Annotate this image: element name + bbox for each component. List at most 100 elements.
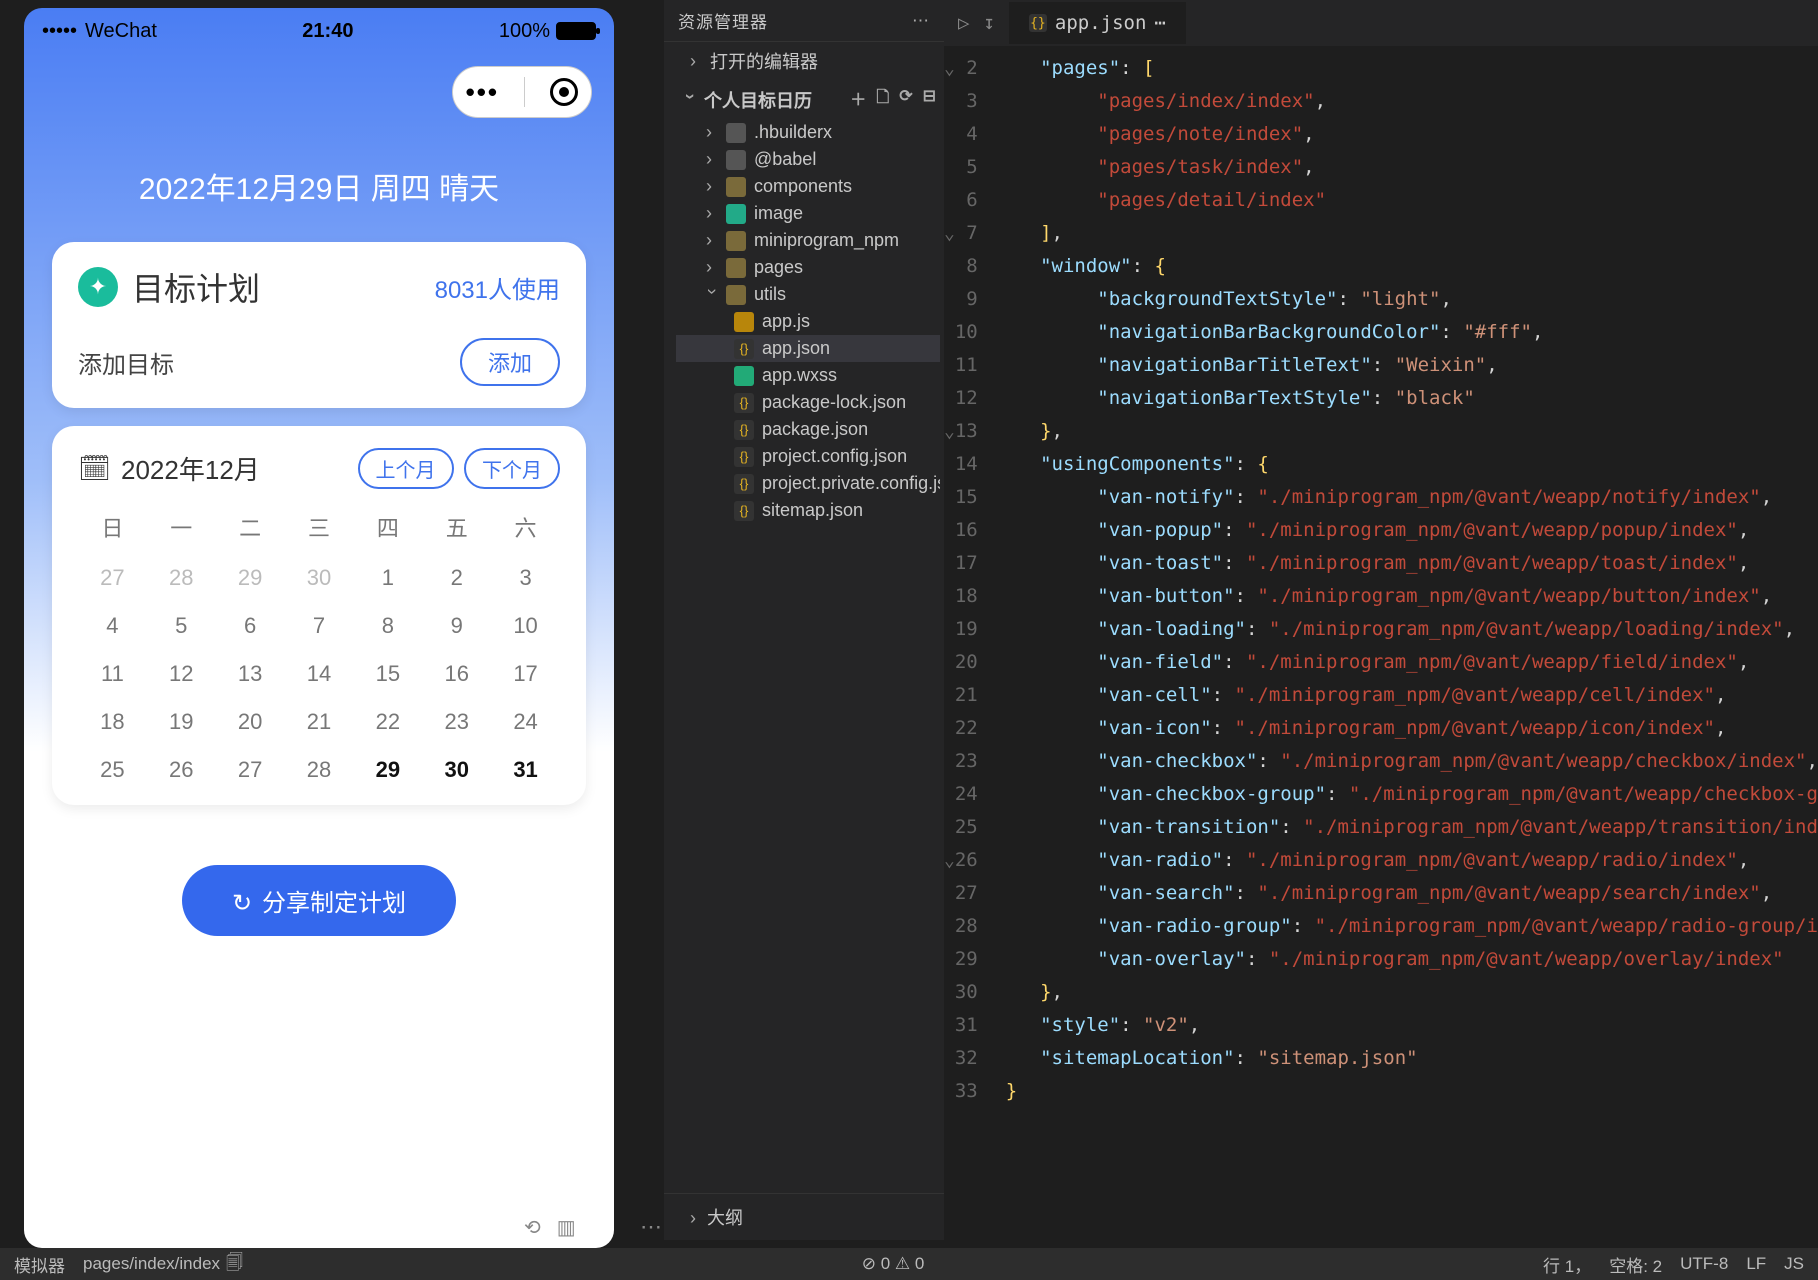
tree-item[interactable]: image <box>676 200 940 227</box>
calendar-day[interactable]: 24 <box>491 709 560 735</box>
calendar-day[interactable]: 3 <box>491 565 560 591</box>
calendar-day[interactable]: 12 <box>147 661 216 687</box>
status-language[interactable]: JS <box>1784 1254 1804 1274</box>
goal-usage-stat: 8031人使用 <box>435 270 560 305</box>
calendar-dow: 三 <box>285 511 354 543</box>
calendar-day[interactable]: 19 <box>147 709 216 735</box>
tree-item[interactable]: pages <box>676 254 940 281</box>
tree-item[interactable]: components <box>676 173 940 200</box>
layout-icon[interactable]: ▥ <box>557 1215 576 1240</box>
tree-item[interactable]: utils <box>676 281 940 308</box>
calendar-day[interactable]: 31 <box>491 757 560 783</box>
next-month-button[interactable]: 下个月 <box>464 448 560 489</box>
fold-gutter[interactable]: ⌄⌄⌄⌄ <box>944 46 955 1232</box>
calendar-day[interactable]: 27 <box>216 757 285 783</box>
tree-item[interactable]: app.js <box>676 308 940 335</box>
explorer-title: 资源管理器 ⋯ <box>664 0 944 41</box>
tree-item[interactable]: project.config.json <box>676 443 940 470</box>
calendar-day[interactable]: 23 <box>422 709 491 735</box>
calendar-day[interactable]: 7 <box>285 613 354 639</box>
open-editors-section[interactable]: 打开的编辑器 <box>664 41 944 80</box>
calendar-day[interactable]: 10 <box>491 613 560 639</box>
calendar-day[interactable]: 11 <box>78 661 147 687</box>
editor-run-controls[interactable]: ▷ ↧ <box>944 12 1009 34</box>
calendar-day[interactable]: 16 <box>422 661 491 687</box>
calendar-day[interactable]: 20 <box>216 709 285 735</box>
close-miniprogram-icon[interactable] <box>550 78 578 106</box>
capsule-menu[interactable]: ••• <box>452 66 592 118</box>
calendar-day[interactable]: 17 <box>491 661 560 687</box>
tree-item[interactable]: .hbuilderx <box>676 119 940 146</box>
sim-bottom-icons[interactable]: ⟲ ▥ <box>524 1215 576 1240</box>
calendar-day[interactable]: 28 <box>285 757 354 783</box>
add-goal-button[interactable]: 添加 <box>460 338 560 386</box>
chevron-right-icon <box>690 1208 702 1228</box>
add-goal-label: 添加目标 <box>78 345 460 380</box>
status-open-file[interactable]: pages/index/index 🗐 <box>83 1250 243 1279</box>
tree-item[interactable]: app.wxss <box>676 362 940 389</box>
explorer-more-icon[interactable]: ⋯ <box>912 11 930 31</box>
calendar-day[interactable]: 4 <box>78 613 147 639</box>
refresh-icon[interactable]: ⟲ <box>524 1215 541 1240</box>
tree-item[interactable]: miniprogram_npm <box>676 227 940 254</box>
tab-more-icon[interactable]: ⋯ <box>1154 12 1165 34</box>
tree-item[interactable]: sitemap.json <box>676 497 940 524</box>
calendar-day[interactable]: 27 <box>78 565 147 591</box>
share-plan-button[interactable]: ↻分享制定计划 <box>182 865 456 936</box>
new-file-icon[interactable]: ＋ <box>850 86 866 113</box>
calendar-week: 25262728293031 <box>78 757 560 783</box>
calendar-day[interactable]: 26 <box>147 757 216 783</box>
calendar-day[interactable]: 15 <box>353 661 422 687</box>
tree-item[interactable]: package-lock.json <box>676 389 940 416</box>
calendar-day[interactable]: 29 <box>216 565 285 591</box>
chevron-right-icon <box>706 176 718 197</box>
status-sim-label: 模拟器 <box>14 1252 65 1277</box>
tree-item-label: package.json <box>762 419 868 440</box>
calendar-week: 45678910 <box>78 613 560 639</box>
calendar-day[interactable]: 1 <box>353 565 422 591</box>
chevron-down-icon <box>684 89 696 110</box>
tree-item[interactable]: package.json <box>676 416 940 443</box>
copy-icon[interactable]: 🗐 <box>226 1250 243 1279</box>
status-eol[interactable]: LF <box>1746 1254 1766 1274</box>
project-root[interactable]: 个人目标日历 ＋🗋⟳⊟ <box>664 80 944 119</box>
tree-item[interactable]: project.private.config.js... <box>676 470 940 497</box>
calendar-day[interactable]: 29 <box>353 757 422 783</box>
calendar-day[interactable]: 5 <box>147 613 216 639</box>
ellipsis-icon[interactable]: ••• <box>466 77 499 108</box>
tree-item[interactable]: @babel <box>676 146 940 173</box>
calendar-day[interactable]: 21 <box>285 709 354 735</box>
status-problems[interactable]: ⊘ 0 ⚠ 0 <box>862 1254 925 1274</box>
calendar-day[interactable]: 22 <box>353 709 422 735</box>
calendar-day[interactable]: 2 <box>422 565 491 591</box>
sim-more-icon[interactable]: ⋯ <box>640 1214 662 1240</box>
calendar-dow: 一 <box>147 511 216 543</box>
status-cursor-pos[interactable]: 行 1， <box>1543 1252 1591 1277</box>
calendar-day[interactable]: 13 <box>216 661 285 687</box>
status-indent[interactable]: 空格: 2 <box>1609 1252 1662 1277</box>
outline-section[interactable]: 大纲 <box>664 1193 944 1230</box>
calendar-day[interactable]: 6 <box>216 613 285 639</box>
collapse-icon[interactable]: ⊟ <box>923 86 936 113</box>
code-area[interactable]: "pages": [ "pages/index/index", "pages/n… <box>992 46 1818 1232</box>
play-icon[interactable]: ▷ <box>958 12 969 34</box>
calendar-day[interactable]: 14 <box>285 661 354 687</box>
json-icon <box>734 474 754 494</box>
calendar-day[interactable]: 18 <box>78 709 147 735</box>
refresh-icon[interactable]: ⟳ <box>899 86 912 113</box>
new-folder-icon[interactable]: 🗋 <box>876 86 889 113</box>
tree-item[interactable]: app.json <box>676 335 940 362</box>
calendar-day[interactable]: 8 <box>353 613 422 639</box>
code-editor: ▷ ↧ app.json ⋯ ⌄⌄⌄⌄ 23456789101112131415… <box>944 0 1818 1232</box>
status-encoding[interactable]: UTF-8 <box>1680 1254 1728 1274</box>
share-button-label: 分享制定计划 <box>262 890 406 917</box>
calendar-day[interactable]: 30 <box>422 757 491 783</box>
calendar-day[interactable]: 25 <box>78 757 147 783</box>
calendar-day[interactable]: 30 <box>285 565 354 591</box>
step-icon[interactable]: ↧ <box>983 12 994 34</box>
editor-tab-appjson[interactable]: app.json ⋯ <box>1009 2 1186 44</box>
calendar-day[interactable]: 28 <box>147 565 216 591</box>
calendar-day[interactable]: 9 <box>422 613 491 639</box>
json-icon <box>734 393 754 413</box>
prev-month-button[interactable]: 上个月 <box>358 448 454 489</box>
